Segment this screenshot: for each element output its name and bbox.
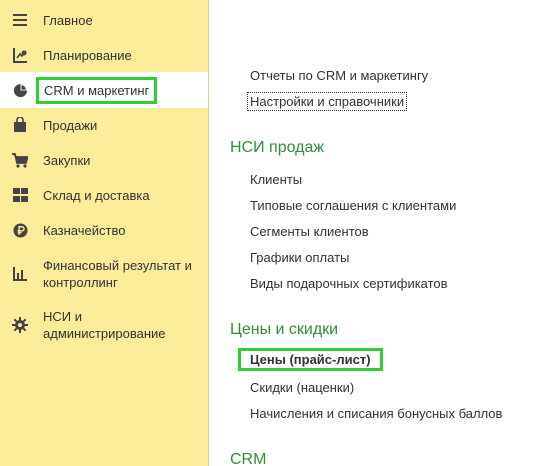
warehouse-icon: [12, 187, 28, 203]
sidebar-item-planning[interactable]: Планирование: [0, 45, 208, 65]
gear-icon: [12, 317, 28, 333]
sidebar-item-financial-result[interactable]: Финансовый результат и контроллинг: [0, 254, 208, 294]
link-client-segments[interactable]: Сегменты клиентов: [250, 224, 369, 239]
shopping-bag-icon: [12, 117, 28, 133]
link-crm-reports[interactable]: Отчеты по CRM и маркетингу: [250, 68, 428, 83]
sidebar-item-treasury[interactable]: Казначейство: [0, 220, 208, 240]
menu-icon: [12, 12, 28, 28]
sidebar-item-label: Казначейство: [43, 222, 126, 238]
sidebar-item-label: CRM и маркетинг: [36, 76, 158, 104]
link-clients[interactable]: Клиенты: [250, 172, 302, 187]
link-bonus-points[interactable]: Начисления и списания бонусных баллов: [250, 406, 502, 421]
sidebar-item-sales[interactable]: Продажи: [0, 115, 208, 135]
sidebar-item-label: Продажи: [43, 117, 98, 133]
sidebar-item-admin[interactable]: НСИ и администрирование: [0, 305, 208, 345]
sidebar-item-label: Финансовый результат и контроллинг: [43, 258, 192, 290]
sidebar-item-crm[interactable]: CRM и маркетинг: [0, 72, 208, 108]
sidebar-item-purchases[interactable]: Закупки: [0, 150, 208, 170]
sidebar-item-label: Закупки: [43, 152, 91, 168]
link-discounts-markups[interactable]: Скидки (наценки): [250, 380, 354, 395]
sidebar-item-label: Склад и доставка: [43, 187, 150, 203]
sidebar-item-main[interactable]: Главное: [0, 10, 208, 30]
link-standard-agreements[interactable]: Типовые соглашения с клиентами: [250, 198, 456, 213]
sidebar: Главное Планирование CRM и маркетинг Про…: [0, 0, 209, 466]
pie-chart-icon: [12, 82, 28, 98]
link-settings-and-directories[interactable]: Настройки и справочники: [247, 92, 408, 111]
bar-chart-icon: [12, 266, 28, 282]
link-price-list[interactable]: Цены (прайс-лист): [238, 348, 383, 371]
sidebar-item-label: Главное: [43, 12, 93, 28]
sidebar-item-label: НСИ и администрирование: [43, 309, 166, 341]
link-gift-certificate-types[interactable]: Виды подарочных сертификатов: [250, 276, 448, 291]
cart-icon: [12, 152, 28, 168]
section-title-crm: CRM: [230, 451, 267, 466]
section-title-sales-master-data: НСИ продаж: [230, 139, 325, 156]
sidebar-item-label: Планирование: [43, 47, 132, 63]
planning-icon: [12, 47, 28, 63]
section-title-prices-and-discounts: Цены и скидки: [230, 321, 339, 338]
sidebar-item-warehouse[interactable]: Склад и доставка: [0, 185, 208, 205]
ruble-icon: [12, 222, 28, 238]
link-payment-schedules[interactable]: Графики оплаты: [250, 250, 349, 265]
